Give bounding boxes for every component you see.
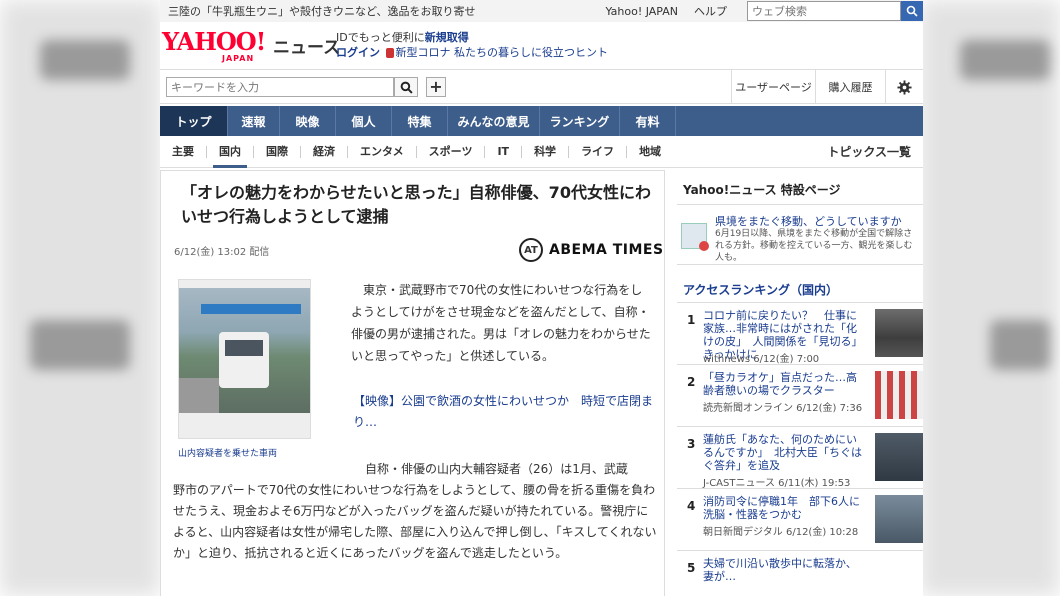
ranking-thumbnail	[875, 495, 923, 543]
search-icon	[906, 5, 918, 17]
yahoo-logo-sub: JAPAN	[222, 54, 255, 63]
ranking-item[interactable]: 5 夫婦で川沿い散歩中に転落か、妻が…	[677, 551, 923, 596]
article: 「オレの魅力をわからせたいと思った」自称俳優、70代女性にわいせつ行為しようとし…	[160, 170, 665, 596]
help-link[interactable]: ヘルプ	[694, 3, 727, 19]
subnav-domestic[interactable]: 国内	[207, 145, 254, 168]
subnav-life[interactable]: ライフ	[569, 145, 628, 158]
ranking-item[interactable]: 1 コロナ前に戻りたい？ 仕事に家族…非常時にはがされた「化けの皮」 人間関係を…	[677, 303, 923, 365]
ranking-item[interactable]: 2 「昼カラオケ」盲点だった…高齢者憩いの場でクラスター 読売新聞オンライン 6…	[677, 365, 923, 427]
article-paragraph-1: 東京・武蔵野市で70代の女性にわいせつな行為をしようとしてけがをさせ現金などを盗…	[351, 283, 651, 363]
special-item-desc: 6月19日以降、県境をまたぐ移動が全国で解除される方針。移動を控えている一方、観…	[715, 229, 913, 263]
web-search-input[interactable]	[747, 1, 901, 21]
web-search	[747, 1, 923, 21]
subnav-international[interactable]: 国際	[254, 145, 301, 158]
subnav-it[interactable]: IT	[485, 145, 523, 158]
map-icon	[681, 223, 709, 251]
subnav-entertainment[interactable]: エンタメ	[348, 145, 417, 158]
main-nav: トップ 速報 映像 個人 特集 みんなの意見 ランキング 有料	[160, 106, 923, 136]
web-search-button[interactable]	[901, 1, 923, 21]
source-logo[interactable]: AT ABEMA TIMES	[519, 238, 664, 262]
subnav-science[interactable]: 科学	[522, 145, 570, 158]
abema-icon: AT	[519, 238, 543, 262]
yahoo-japan-link[interactable]: Yahoo! JAPAN	[605, 5, 678, 18]
settings-button[interactable]	[885, 70, 923, 104]
nav-feature[interactable]: 特集	[392, 106, 448, 136]
header-links: IDでもっと便利に新規取得 ログイン 新型コロナ 私たちの暮らしに役立つヒント	[336, 30, 608, 60]
ranking-item[interactable]: 4 消防司令に停職1年 部下6人に洗脳・性器をつかむ 朝日新聞デジタル 6/12…	[677, 489, 923, 551]
covid-link[interactable]: 新型コロナ 私たちの暮らしに役立つヒント	[396, 46, 609, 59]
gear-icon	[897, 79, 912, 95]
keyword-search-button[interactable]	[394, 77, 418, 97]
promo-link[interactable]: 三陸の「牛乳瓶生ウニ」や殻付きウニなど、逸品をお取り寄せ	[168, 3, 475, 19]
subnav-sports[interactable]: スポーツ	[417, 145, 486, 158]
keyword-input[interactable]	[166, 77, 394, 97]
subnav-region[interactable]: 地域	[627, 145, 673, 158]
sidebar: Yahoo!ニュース 特設ページ 県境をまたぐ移動、どうしていますか 6月19日…	[677, 170, 923, 596]
login-link[interactable]: ログイン	[336, 46, 380, 59]
register-link[interactable]: 新規取得	[425, 31, 469, 44]
search-icon	[400, 81, 413, 94]
special-item-title: 県境をまたぐ移動、どうしていますか	[715, 215, 902, 228]
ranking-title: アクセスランキング（国内）	[677, 265, 923, 303]
search-row: + ユーザーページ 購入履歴	[160, 70, 923, 104]
article-photo[interactable]	[178, 279, 311, 439]
background-blur	[990, 320, 1050, 370]
nav-paid[interactable]: 有料	[620, 106, 676, 136]
add-button[interactable]: +	[426, 77, 446, 97]
subnav-economy[interactable]: 経済	[301, 145, 348, 158]
nav-individual[interactable]: 個人	[336, 106, 392, 136]
source-name: ABEMA TIMES	[549, 242, 664, 258]
special-item[interactable]: 県境をまたぐ移動、どうしていますか 6月19日以降、県境をまたぐ移動が全国で解除…	[677, 205, 923, 265]
nav-breaking[interactable]: 速報	[228, 106, 280, 136]
background-blur	[30, 320, 130, 370]
topics-list-link[interactable]: トピックス一覧	[827, 143, 911, 160]
article-paragraph-2: 自称・俳優の山内大輔容疑者（26）は1月、武蔵 野市のアパートで70代の女性にわ…	[173, 462, 657, 560]
special-page-title: Yahoo!ニュース 特設ページ	[677, 170, 923, 205]
photo-image	[179, 288, 310, 413]
ranking-thumbnail	[875, 309, 923, 357]
background-right	[920, 0, 1060, 596]
nav-video[interactable]: 映像	[280, 106, 336, 136]
related-video-link[interactable]: 【映像】公園で飲酒の女性にわいせつか 時短で店閉まり…	[353, 391, 653, 433]
background-blur	[40, 40, 130, 80]
sub-nav: 主要 国内 国際 経済 エンタメ スポーツ IT 科学 ライフ 地域 トピックス…	[160, 136, 923, 168]
news-page: 三陸の「牛乳瓶生ウニ」や殻付きウニなど、逸品をお取り寄せ Yahoo! JAPA…	[160, 0, 923, 596]
subnav-main[interactable]: 主要	[160, 145, 207, 158]
nav-opinion[interactable]: みんなの意見	[448, 106, 540, 136]
ranking-thumbnail	[875, 371, 923, 419]
top-strip: 三陸の「牛乳瓶生ウニ」や殻付きウニなど、逸品をお取り寄せ Yahoo! JAPA…	[160, 0, 923, 22]
ranking-item[interactable]: 3 蓮舫氏「あなた、何のためにいるんですか」 北村大臣「ちぐはぐ答弁」を追及 J…	[677, 427, 923, 489]
user-page-link[interactable]: ユーザーページ	[731, 70, 815, 104]
yahoo-logo[interactable]: YAHOO!	[162, 30, 266, 54]
photo-caption: 山内容疑者を乗せた車両	[178, 449, 278, 459]
ranking-thumbnail	[875, 433, 923, 481]
covid-icon	[385, 48, 394, 58]
news-logo[interactable]: ニュース	[273, 33, 340, 58]
nav-top[interactable]: トップ	[160, 106, 228, 136]
nav-ranking[interactable]: ランキング	[540, 106, 620, 136]
id-text: IDでもっと便利に	[336, 31, 425, 44]
site-header: YAHOO! JAPAN ニュース IDでもっと便利に新規取得 ログイン 新型コ…	[160, 22, 923, 70]
article-date: 6/12(金) 13:02 配信	[174, 247, 270, 258]
background-left	[0, 0, 160, 596]
article-headline: 「オレの魅力をわからせたいと思った」自称俳優、70代女性にわいせつ行為しようとし…	[181, 183, 651, 226]
purchase-history-link[interactable]: 購入履歴	[815, 70, 885, 104]
background-blur	[960, 40, 1050, 80]
